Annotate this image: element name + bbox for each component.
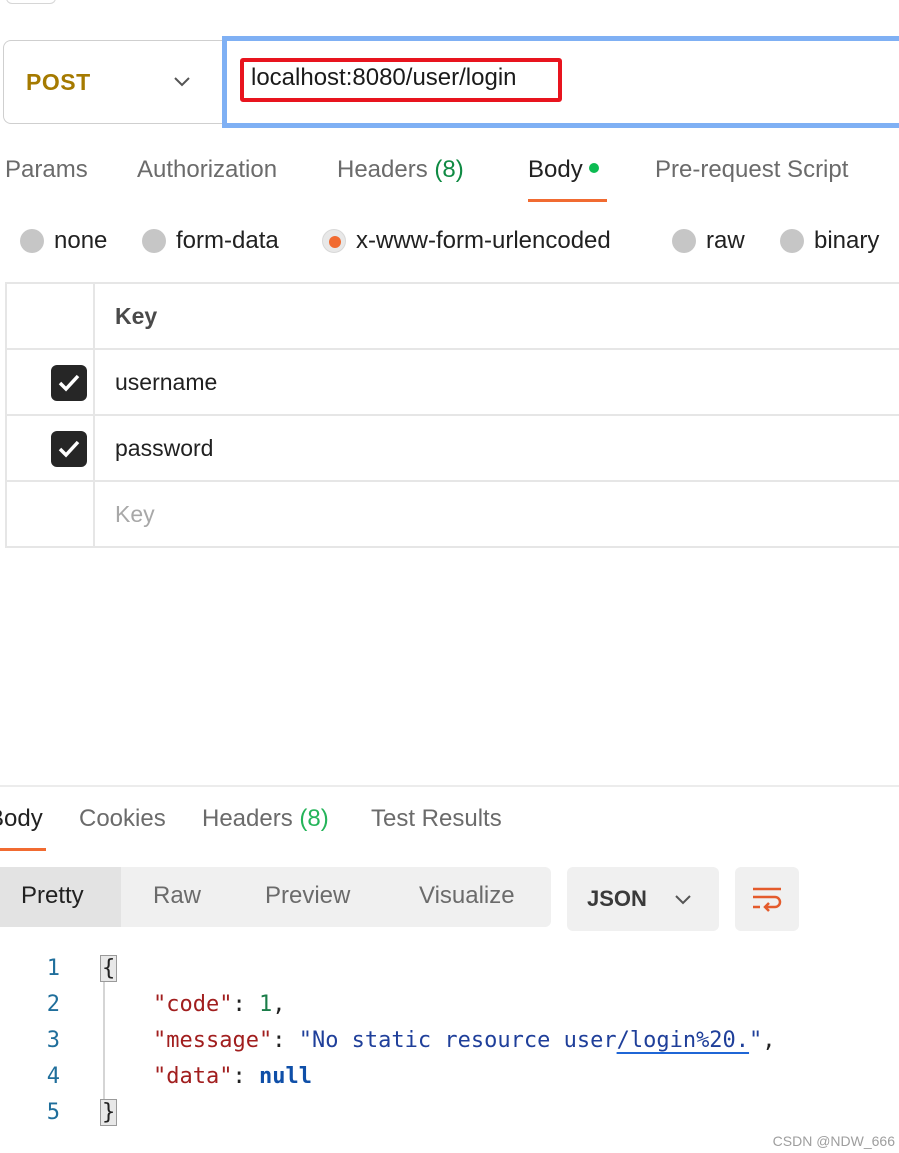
radio-circle-icon bbox=[672, 229, 696, 253]
active-tab-underline bbox=[528, 199, 607, 202]
radio-circle-icon bbox=[142, 229, 166, 253]
headers-count: (8) bbox=[434, 156, 464, 183]
code-line: 1 { bbox=[0, 950, 899, 986]
line-number: 5 bbox=[46, 1100, 60, 1125]
tab-headers[interactable]: Headers (8) bbox=[337, 156, 464, 184]
view-raw-button[interactable]: Raw bbox=[153, 882, 201, 910]
code-line: 5 } bbox=[0, 1094, 899, 1130]
line-number: 4 bbox=[46, 1064, 60, 1089]
new-key-input[interactable]: Key bbox=[115, 501, 155, 528]
open-brace: { bbox=[100, 955, 118, 982]
json-key-message: "message" bbox=[152, 1028, 273, 1053]
request-tabs: Params Authorization Headers (8) Body Pr… bbox=[0, 150, 899, 206]
json-key-code: "code" bbox=[152, 992, 233, 1017]
key-cell[interactable]: password bbox=[115, 435, 213, 462]
radio-none[interactable]: none bbox=[20, 227, 107, 255]
radio-binary[interactable]: binary bbox=[780, 227, 879, 255]
method-label: POST bbox=[26, 68, 91, 95]
response-tab-cookies[interactable]: Cookies bbox=[79, 805, 166, 833]
response-divider bbox=[0, 785, 899, 787]
json-value-code: 1 bbox=[258, 992, 273, 1017]
json-value-link[interactable]: /login%20. bbox=[617, 1028, 749, 1053]
method-select[interactable]: POST bbox=[3, 40, 225, 124]
view-visualize-button[interactable]: Visualize bbox=[419, 882, 515, 910]
response-active-underline bbox=[0, 848, 46, 851]
tab-pre-request-script[interactable]: Pre-request Script bbox=[655, 156, 848, 184]
radio-circle-icon bbox=[20, 229, 44, 253]
table-row-new: Key bbox=[7, 482, 899, 548]
response-tabs: Body Cookies Headers (8) Test Results bbox=[0, 800, 899, 854]
view-pretty-button[interactable]: Pretty bbox=[21, 882, 84, 910]
close-brace: } bbox=[100, 1099, 118, 1126]
format-label: JSON bbox=[587, 886, 647, 911]
watermark: CSDN @NDW_666 bbox=[772, 1133, 895, 1149]
response-tab-test-results[interactable]: Test Results bbox=[371, 805, 502, 833]
check-icon bbox=[58, 440, 80, 458]
radio-circle-icon bbox=[780, 229, 804, 253]
response-tab-body[interactable]: Body bbox=[0, 805, 43, 833]
code-line: 4 "data": null bbox=[0, 1058, 899, 1094]
wrap-text-icon bbox=[753, 887, 782, 912]
body-type-radios: none form-data x-www-form-urlencoded raw… bbox=[0, 225, 899, 261]
column-header-key: Key bbox=[115, 303, 158, 329]
response-body-viewer[interactable]: 1 { 2 "code": 1, 3 "message": "No static… bbox=[0, 950, 899, 1130]
json-value-data: null bbox=[258, 1064, 312, 1089]
view-preview-button[interactable]: Preview bbox=[265, 882, 350, 910]
table-header-row: Key bbox=[7, 284, 899, 350]
url-text[interactable]: localhost:8080/user/login bbox=[251, 64, 517, 92]
table-row: password bbox=[7, 416, 899, 482]
chevron-down-icon bbox=[675, 895, 691, 905]
key-cell[interactable]: username bbox=[115, 369, 217, 396]
table-row: username bbox=[7, 350, 899, 416]
response-tab-headers[interactable]: Headers (8) bbox=[202, 805, 329, 833]
view-mode-segment: Pretty Raw Preview Visualize bbox=[0, 867, 551, 927]
code-line: 3 "message": "No static resource user/lo… bbox=[0, 1022, 899, 1058]
json-key-data: "data" bbox=[152, 1064, 233, 1089]
line-number: 2 bbox=[46, 992, 60, 1017]
tab-params[interactable]: Params bbox=[5, 156, 88, 184]
line-number: 3 bbox=[46, 1028, 60, 1053]
line-number: 1 bbox=[46, 956, 60, 981]
radio-x-www-form-urlencoded[interactable]: x-www-form-urlencoded bbox=[322, 227, 611, 255]
row-checkbox[interactable] bbox=[51, 431, 87, 467]
row-checkbox[interactable] bbox=[51, 365, 87, 401]
wrap-lines-button[interactable] bbox=[735, 867, 799, 931]
radio-selected-icon bbox=[322, 229, 346, 253]
params-table: Key username password Key bbox=[5, 282, 899, 548]
tab-body[interactable]: Body bbox=[528, 156, 599, 184]
format-select[interactable]: JSON bbox=[567, 867, 719, 931]
json-value-message: "No static resource user bbox=[298, 1028, 617, 1053]
radio-form-data[interactable]: form-data bbox=[142, 227, 279, 255]
tab-authorization[interactable]: Authorization bbox=[137, 156, 277, 184]
response-headers-count: (8) bbox=[299, 805, 329, 832]
check-icon bbox=[58, 374, 80, 392]
top-partial-button[interactable] bbox=[6, 0, 56, 4]
body-indicator-dot bbox=[588, 162, 599, 173]
code-line: 2 "code": 1, bbox=[0, 986, 899, 1022]
radio-raw[interactable]: raw bbox=[672, 227, 745, 255]
chevron-down-icon bbox=[174, 77, 190, 87]
